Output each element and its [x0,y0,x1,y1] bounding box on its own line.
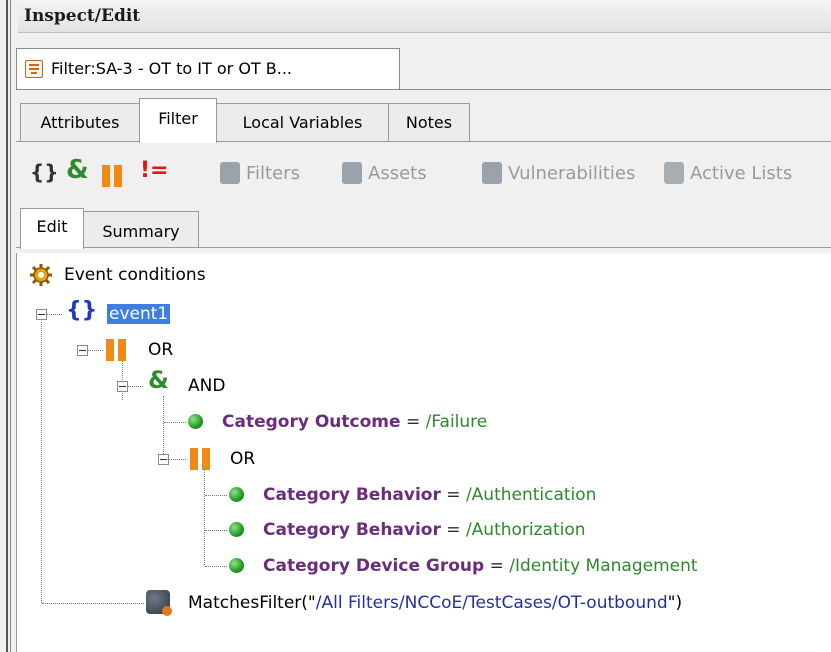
collapse-icon[interactable] [77,345,88,356]
event-label[interactable]: event1 [107,304,171,324]
filter-path: /All Filters/NCCoE/TestCases/OT-outbound [315,593,668,613]
left-border-line [6,0,8,652]
document-tab[interactable]: Filter:SA-3 - OT to IT or OT B... [16,48,400,89]
condition-field: Category Device Group [263,556,485,576]
condition-operator: = [489,556,504,576]
condition-category-behavior-authentication[interactable]: Category Behavior = /Authentication [263,482,596,508]
or-icon [190,448,212,470]
tree-line [42,603,144,604]
condition-dot-icon [229,487,244,502]
tree-node-or[interactable]: OR [148,337,173,363]
collapse-icon[interactable] [158,454,169,465]
tree-line [41,322,42,603]
matches-filter-icon [146,590,172,616]
tab-attributes[interactable]: Attributes [20,103,140,142]
condition-value: /Authentication [465,485,597,505]
collapse-icon[interactable] [117,381,128,392]
condition-dot-icon [188,414,203,429]
or-icon[interactable] [102,165,124,187]
tree-line [122,360,123,400]
and-icon: & [148,366,169,394]
toolbar-vulnerabilities[interactable]: Vulnerabilities [508,163,635,184]
tree-line [205,495,227,496]
condition-value: /Failure [425,412,488,432]
and-icon[interactable]: & [66,155,89,185]
left-border-line-inner [10,0,11,652]
vulnerabilities-icon [482,162,502,184]
condition-operator: = [446,485,461,505]
tab-summary[interactable]: Summary [83,211,199,248]
braces-icon[interactable]: {} [30,160,58,184]
condition-operator: = [405,412,421,432]
condition-field: Category Behavior [263,520,441,540]
collapse-icon[interactable] [36,309,47,320]
condition-category-behavior-authorization[interactable]: Category Behavior = /Authorization [263,517,586,543]
tab-notes[interactable]: Notes [388,103,470,142]
tree-node-or[interactable]: OR [230,446,255,472]
toolbar-assets[interactable]: Assets [368,163,427,184]
function-name: MatchesFilter(" [188,593,316,613]
event-braces-icon: {} [66,298,98,323]
tree-line [205,566,227,567]
toolbar-filters[interactable]: Filters [246,163,300,184]
toolbar: {} & != Filters Assets Vulnerabilities A… [16,150,831,200]
function-close: ") [667,593,683,613]
tab-edit[interactable]: Edit [20,208,84,249]
assets-icon [342,162,362,184]
condition-field: Category Behavior [263,485,441,505]
not-icon[interactable]: != [140,158,168,183]
condition-category-device-group[interactable]: Category Device Group = /Identity Manage… [263,553,698,579]
tab-local-variables[interactable]: Local Variables [216,103,389,142]
divider [16,247,831,248]
filters-icon [220,162,240,184]
filter-doc-icon [25,60,43,78]
document-tab-label: Filter:SA-3 - OT to IT or OT B... [51,59,292,78]
panel-title-bar: Inspect/Edit [18,0,831,33]
tree-node-and[interactable]: AND [188,373,225,399]
condition-field: Category Outcome [222,412,401,432]
divider [16,89,831,90]
condition-dot-icon [229,522,244,537]
toolbar-active-lists[interactable]: Active Lists [690,163,792,184]
condition-category-outcome[interactable]: Category Outcome = /Failure [222,409,487,435]
tab-filter[interactable]: Filter [139,98,217,143]
tree-line [204,470,205,565]
tree-line [163,396,164,456]
condition-matches-filter[interactable]: MatchesFilter("/All Filters/NCCoE/TestCa… [188,590,682,616]
condition-dot-icon [229,558,244,573]
tree-node-event[interactable]: event1 [107,301,171,327]
condition-operator: = [446,520,461,540]
panel-title: Inspect/Edit [24,6,141,26]
or-icon [106,339,128,361]
active-lists-icon [664,162,684,184]
gear-icon [28,262,54,288]
tree-line [164,422,186,423]
condition-value: /Identity Management [509,556,698,576]
tree-root[interactable]: Event conditions [64,262,206,288]
condition-value: /Authorization [465,520,586,540]
tree-line [205,530,227,531]
